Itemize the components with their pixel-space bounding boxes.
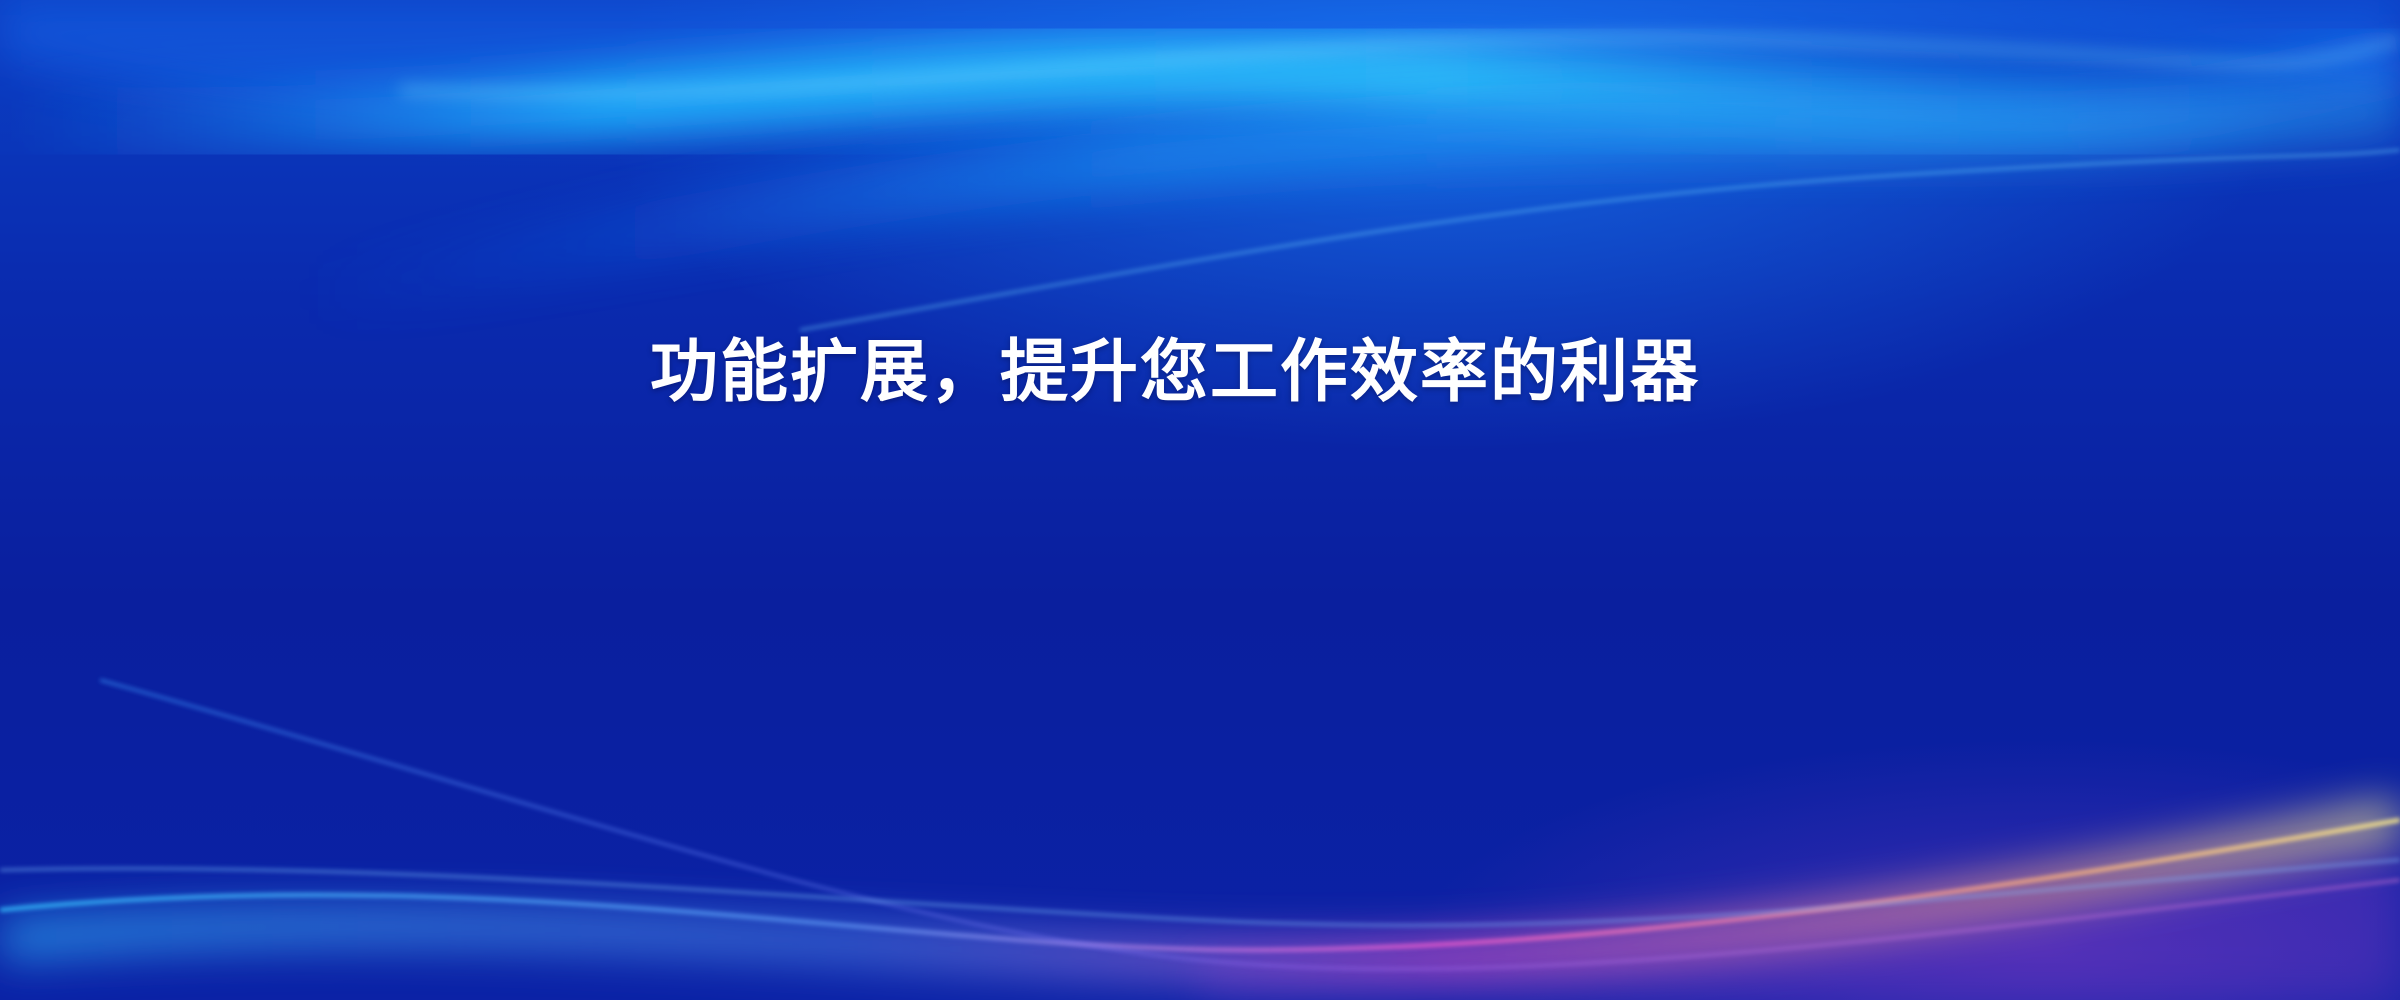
light-wave-background <box>0 0 2400 1000</box>
banner-headline: 功能扩展，提升您工作效率的利器 <box>650 333 1701 412</box>
hero-banner: 功能扩展，提升您工作效率的利器 <box>0 0 2400 1000</box>
